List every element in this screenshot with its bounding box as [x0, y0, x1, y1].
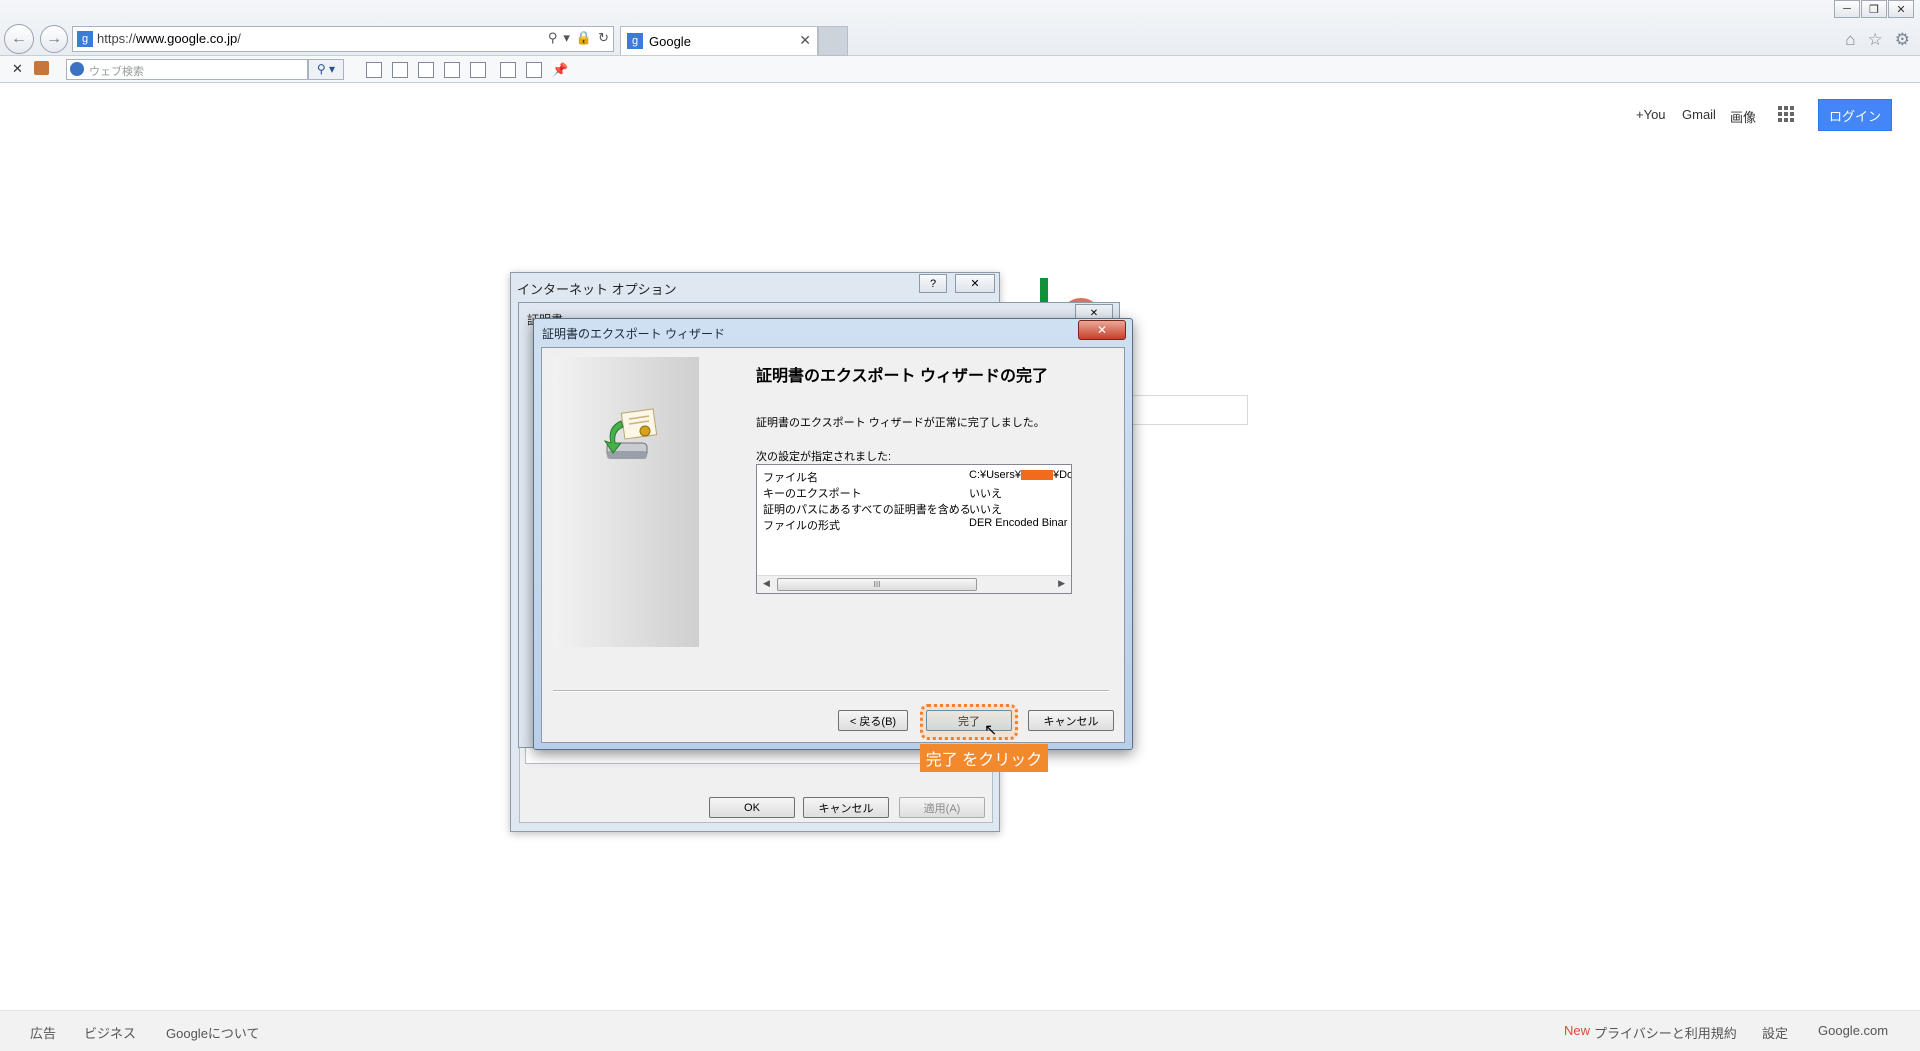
scroll-thumb[interactable]: III: [777, 578, 977, 591]
google-favicon-icon: g: [627, 33, 643, 49]
close-window-icon[interactable]: ✕: [1888, 0, 1914, 18]
wizard-heading: 証明書のエクスポート ウィザードの完了: [756, 368, 1048, 385]
calendar-icon[interactable]: [418, 62, 434, 78]
back-button[interactable]: < 戻る(B): [838, 710, 908, 731]
url-domain: www.google.co.jp: [136, 31, 238, 46]
help-button[interactable]: ?: [919, 274, 947, 293]
favorites-star-icon[interactable]: ☆: [1868, 30, 1883, 50]
magnifier-icon: ⚲ ▾: [316, 62, 336, 76]
command-toolbar: ✕ ウェブ検索 ⚲ ▾ 📌: [0, 56, 1920, 83]
settings-label: 次の設定が指定されました:: [756, 451, 892, 463]
setting-key: ファイル名: [763, 472, 818, 484]
certificate-export-wizard: 証明書のエクスポート ウィザード ✕ 証明書のエクスポート ウィザードの完了 証…: [533, 318, 1133, 750]
search-placeholder: ウェブ検索: [89, 66, 144, 78]
footer-new-badge: New: [1564, 1023, 1591, 1038]
document-icon[interactable]: [392, 62, 408, 78]
footer-link-about[interactable]: Googleについて: [166, 1023, 260, 1042]
wizard-separator: [553, 690, 1109, 692]
google-footer: 広告 ビジネス Googleについて New プライバシーと利用規約 設定 Go…: [0, 1010, 1920, 1051]
wizard-message: 証明書のエクスポート ウィザードが正常に完了しました。: [756, 417, 1045, 429]
footer-link-business[interactable]: ビジネス: [84, 1023, 136, 1042]
address-bar[interactable]: g https://www.google.co.jp/ ⚲ ▾ 🔒 ↻: [72, 26, 614, 52]
globe-icon: [70, 62, 84, 76]
monitor-icon[interactable]: [500, 62, 516, 78]
google-link-images[interactable]: 画像: [1730, 107, 1756, 126]
web-search-input[interactable]: ウェブ検索: [66, 59, 308, 80]
google-search-input[interactable]: [1130, 395, 1248, 425]
scroll-left-icon[interactable]: ◀: [763, 578, 770, 589]
lock-icon[interactable]: 🔒: [576, 30, 592, 46]
setting-value: DER Encoded Binar: [969, 517, 1068, 529]
tab-title: Google: [649, 34, 691, 49]
window-controls: ─ ❐ ✕: [1833, 0, 1914, 18]
ok-button[interactable]: OK: [709, 797, 795, 818]
footer-link-settings[interactable]: 設定: [1762, 1023, 1788, 1042]
setting-value: C:¥Users¥ ¥Dow: [969, 469, 1071, 481]
setting-key: ファイルの形式: [763, 520, 840, 532]
new-tab-button[interactable]: [818, 26, 848, 56]
setting-value-prefix: C:¥Users¥: [969, 469, 1021, 481]
toolbar-home-icon[interactable]: [34, 61, 49, 75]
address-icons: ⚲ ▾ 🔒 ↻: [548, 30, 609, 46]
arrow-left-icon: ←: [11, 30, 27, 47]
instruction-callout: 完了 をクリック: [920, 744, 1048, 772]
browser-chrome: ← → g https://www.google.co.jp/ ⚲ ▾ 🔒 ↻ …: [0, 0, 1920, 56]
footer-link-ads[interactable]: 広告: [30, 1023, 56, 1042]
google-favicon-icon: g: [77, 31, 93, 47]
home-icon[interactable]: ⌂: [1845, 30, 1855, 50]
url-suffix: /: [237, 31, 241, 46]
tab-google[interactable]: g Google ✕: [620, 26, 818, 55]
redaction-mark: [1020, 470, 1053, 481]
setting-key: 証明のパスにあるすべての証明書を含める: [763, 504, 971, 516]
setting-value: いいえ: [969, 488, 1002, 500]
apply-button[interactable]: 適用(A): [899, 797, 985, 818]
refresh-icon[interactable]: ↻: [598, 30, 609, 46]
forward-button[interactable]: →: [40, 25, 68, 53]
arrow-right-icon: →: [46, 30, 62, 47]
gear-icon[interactable]: ⚙: [1895, 30, 1910, 50]
restore-icon[interactable]: ❐: [1861, 0, 1887, 18]
pin-icon[interactable]: 📌: [552, 62, 568, 77]
wizard-client-area: 証明書のエクスポート ウィザードの完了 証明書のエクスポート ウィザードが正常に…: [541, 347, 1125, 743]
login-button[interactable]: ログイン: [1818, 99, 1892, 131]
finish-highlight: [920, 704, 1018, 740]
close-toolbar-icon[interactable]: ✕: [12, 61, 23, 77]
cancel-button[interactable]: キャンセル: [803, 797, 889, 818]
screen-capture-icon[interactable]: [526, 62, 542, 78]
back-button[interactable]: ←: [4, 24, 34, 54]
wizard-side-panel: [553, 357, 699, 647]
dropdown-icon[interactable]: ▾: [563, 30, 570, 46]
close-icon[interactable]: ✕: [955, 274, 995, 293]
browser-right-icons: ⌂ ☆ ⚙: [1845, 30, 1910, 50]
address-url: https://www.google.co.jp/: [97, 31, 241, 46]
certificate-export-icon: [603, 408, 658, 459]
google-link-you[interactable]: +You: [1636, 107, 1666, 122]
close-tab-icon[interactable]: ✕: [799, 32, 811, 49]
footer-link-googlecom[interactable]: Google.com: [1818, 1023, 1888, 1038]
setting-value-suffix: ¥Dow: [1052, 469, 1071, 481]
search-icon[interactable]: ⚲: [548, 30, 558, 46]
close-icon[interactable]: ✕: [1078, 320, 1126, 340]
setting-key: キーのエクスポート: [763, 488, 862, 500]
web-search-button[interactable]: ⚲ ▾: [308, 59, 344, 80]
minimize-icon[interactable]: ─: [1834, 0, 1860, 18]
page-icon[interactable]: [366, 62, 382, 78]
apps-grid-icon[interactable]: [1778, 106, 1794, 122]
wizard-title: 証明書のエクスポート ウィザード: [542, 327, 725, 341]
mouse-cursor-icon: ↖: [984, 722, 998, 739]
window-copy-icon[interactable]: [470, 62, 486, 78]
setting-value: いいえ: [969, 504, 1002, 516]
window-select-icon[interactable]: [444, 62, 460, 78]
footer-link-privacy[interactable]: プライバシーと利用規約: [1594, 1023, 1737, 1042]
horizontal-scrollbar[interactable]: ◀ III ▶: [757, 575, 1071, 593]
cancel-button[interactable]: キャンセル: [1028, 710, 1114, 731]
settings-list[interactable]: ファイル名 C:¥Users¥ ¥Dow キーのエクスポート いいえ 証明のパスに…: [756, 464, 1072, 594]
google-link-gmail[interactable]: Gmail: [1682, 107, 1716, 122]
url-prefix: https://: [97, 31, 137, 46]
scroll-right-icon[interactable]: ▶: [1058, 578, 1065, 589]
dialog-title: インターネット オプション: [517, 282, 677, 297]
